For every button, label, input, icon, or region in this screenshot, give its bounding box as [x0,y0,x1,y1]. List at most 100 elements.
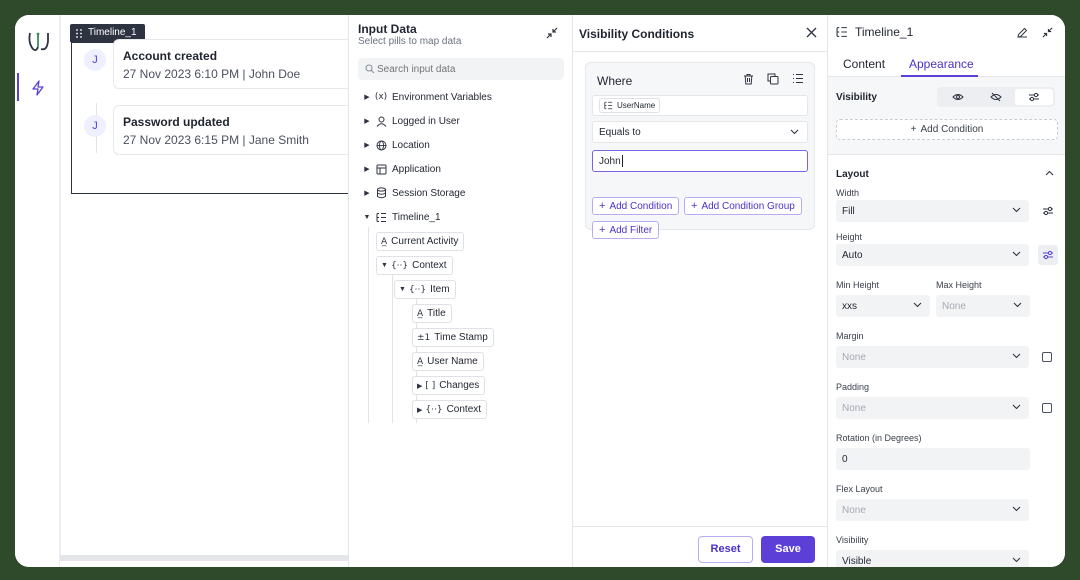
timeline-component[interactable]: J Account created 27 Nov 2023 6:10 PM | … [71,39,373,194]
condition-value-input[interactable]: John [592,150,808,172]
select-value: None [842,402,866,414]
flex-layout-select[interactable]: None [836,499,1029,521]
tree-item-environment-variables[interactable]: ▶ (x) Environment Variables [361,87,492,107]
tree-item-label: Environment Variables [392,91,492,103]
add-condition-button[interactable]: + Add Condition [592,197,680,215]
pill-label: Item [430,284,450,295]
list-icon [836,27,847,37]
chevron-down-icon [1013,302,1022,308]
operator-select[interactable]: Equals to [592,121,808,143]
add-visibility-condition-button[interactable]: + Add Condition [836,119,1058,140]
pill-title[interactable]: A̲ Title [412,304,452,323]
visibility-select-label: Visibility [836,535,869,545]
pill-context-nested[interactable]: ▶ {··} Context [412,400,488,419]
list-options-icon[interactable] [792,73,804,84]
object-type-icon: {··} [408,284,427,295]
width-select[interactable]: Fill [836,200,1029,222]
duplicate-icon[interactable] [767,73,779,85]
width-label: Width [836,188,860,198]
search-input[interactable] [377,58,557,80]
field-pill[interactable]: UserName [599,98,661,113]
user-icon [373,114,389,128]
tree-item-timeline[interactable]: ▼ Timeline_1 [361,207,441,227]
tree-item-logged-in-user[interactable]: ▶ Logged in User [361,111,460,131]
visibility-toggle-group [937,87,1055,107]
expand-caret-icon[interactable]: ▶ [361,117,373,125]
expand-caret-icon[interactable]: ▶ [417,382,422,390]
horizontal-scrollbar[interactable] [60,555,348,561]
nav-item-actions[interactable] [15,73,60,103]
app-logo-icon[interactable] [27,29,51,55]
select-value: None [942,300,966,312]
trash-icon[interactable] [743,73,754,85]
collapse-icon[interactable] [1042,27,1053,38]
edit-icon[interactable] [1017,27,1028,38]
collapse-caret-icon[interactable]: ▼ [399,286,406,293]
expand-caret-icon[interactable]: ▶ [417,406,422,414]
reset-button[interactable]: Reset [698,536,753,563]
chevron-up-icon[interactable] [1045,170,1054,176]
condition-field-selector[interactable]: UserName [592,95,808,116]
tab-content[interactable]: Content [843,57,885,71]
drag-handle-icon[interactable] [76,28,82,38]
select-value: None [842,351,866,363]
select-value: Fill [842,205,855,217]
timeline-title: Password updated [123,115,230,129]
pill-current-activity[interactable]: A̲ Current Activity [376,232,465,251]
visible-option[interactable] [939,89,977,105]
expand-caret-icon[interactable]: ▶ [361,189,373,197]
lightning-icon [32,80,44,96]
tree-item-location[interactable]: ▶ Location [361,135,430,155]
avatar: J [84,115,106,137]
app-frame: Timeline_1 J Account created 27 Nov 2023… [15,15,1065,567]
min-height-select[interactable]: xxs [836,295,930,317]
expand-caret-icon[interactable]: ▶ [361,141,373,149]
pill-time-stamp[interactable]: ±1 Time Stamp [412,328,494,347]
timeline-card: Account created 27 Nov 2023 6:10 PM | Jo… [113,39,373,89]
pill-user-name[interactable]: A̲ User Name [412,352,484,371]
rotation-input[interactable]: 0 [836,448,1030,470]
visibility-label: Visibility [836,92,877,103]
collapse-caret-icon[interactable]: ▼ [361,214,373,221]
collapse-icon[interactable] [546,27,558,39]
condition-value: John [599,155,621,167]
number-type-icon: ±1 [417,332,431,343]
visibility-select[interactable]: Visible [836,550,1029,567]
padding-label: Padding [836,382,870,392]
input-data-panel: Input Data Select pills to map data ▶ (x… [348,15,573,567]
pill-changes[interactable]: ▶ [ ] Changes [412,376,486,395]
expand-caret-icon[interactable]: ▶ [361,165,373,173]
canvas-area: Timeline_1 J Account created 27 Nov 2023… [60,15,373,567]
height-options-button[interactable] [1038,245,1058,265]
pill-item[interactable]: ▼ {··} Item [394,280,456,299]
margin-label: Margin [836,331,864,341]
padding-select[interactable]: None [836,397,1029,419]
tree-item-label: Timeline_1 [392,211,441,223]
tree-item-session-storage[interactable]: ▶ Session Storage [361,183,465,203]
operator-value: Equals to [599,126,641,138]
add-filter-button[interactable]: + Add Filter [592,221,660,239]
panel-subtitle: Select pills to map data [358,36,462,47]
expand-caret-icon[interactable]: ▶ [361,93,373,101]
hidden-option[interactable] [977,89,1015,105]
tab-appearance[interactable]: Appearance [909,57,974,71]
width-options-button[interactable] [1038,201,1058,221]
margin-checkbox[interactable] [1042,352,1052,362]
save-button[interactable]: Save [761,536,815,563]
tree-item-application[interactable]: ▶ Application [361,159,441,179]
field-pill-label: UserName [617,101,656,110]
min-height-label: Min Height [836,280,880,290]
add-condition-group-button[interactable]: + Add Condition Group [684,197,802,215]
panel-title: Visibility Conditions [579,27,695,41]
close-icon[interactable] [806,27,817,38]
margin-select[interactable]: None [836,346,1029,368]
padding-checkbox[interactable] [1042,403,1052,413]
max-height-select[interactable]: None [936,295,1030,317]
conditional-option[interactable] [1015,89,1053,105]
tree-guide [368,227,369,423]
pill-context[interactable]: ▼ {··} Context [376,256,453,275]
object-type-icon: {··} [390,260,409,271]
collapse-caret-icon[interactable]: ▼ [381,262,388,269]
height-select[interactable]: Auto [836,244,1029,266]
max-height-label: Max Height [936,280,982,290]
